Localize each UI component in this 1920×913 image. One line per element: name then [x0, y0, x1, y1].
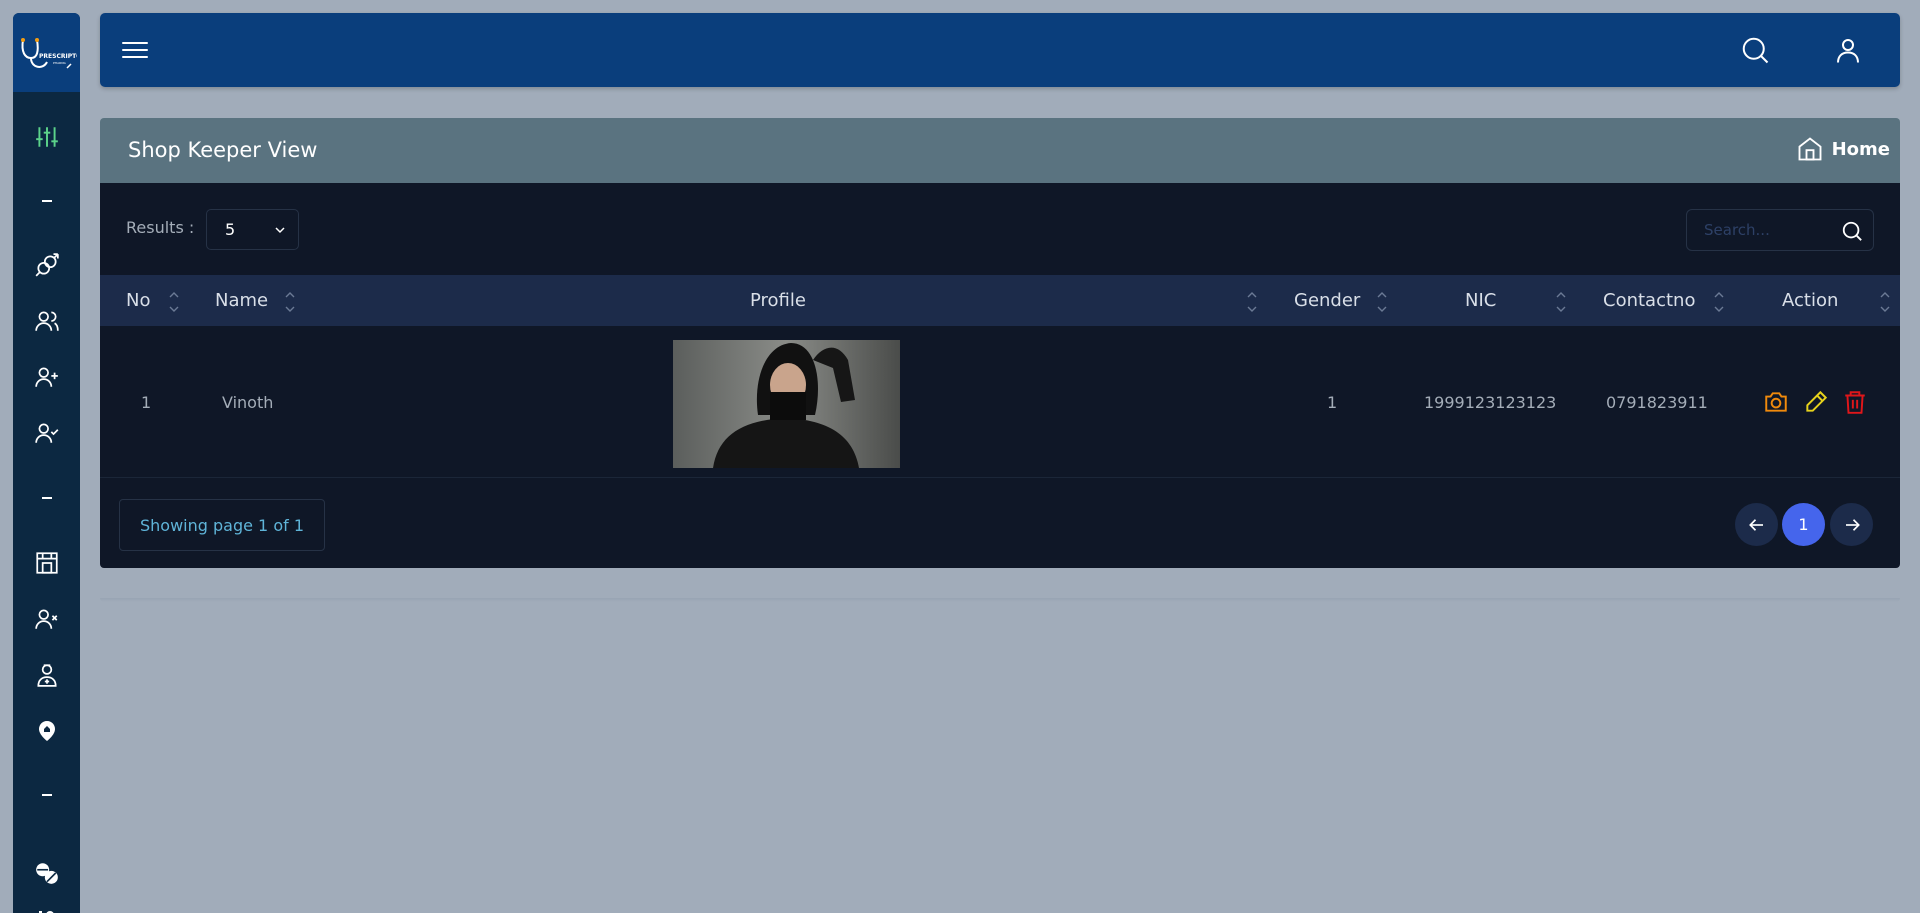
- sidebar-divider: [13, 488, 80, 508]
- pills-icon: [35, 863, 58, 884]
- stethoscope-logo-icon: PRESCRIPTO PHARMA: [20, 37, 77, 69]
- column-header-contactno[interactable]: Contactno: [1603, 275, 1695, 326]
- breadcrumb-home-label: Home: [1831, 138, 1890, 160]
- table-header: No Name Profile Gender NIC Contactno Act…: [100, 275, 1900, 326]
- trash-icon: [1845, 391, 1865, 414]
- user-plus-icon: [34, 367, 58, 387]
- cell-name: Vinoth: [222, 392, 274, 412]
- column-header-nic[interactable]: NIC: [1465, 275, 1496, 326]
- card-footer-shadow: [100, 598, 1900, 602]
- lab-icon: [38, 911, 53, 913]
- pencil-icon: [1806, 390, 1828, 412]
- sort-contactno-icon[interactable]: [1713, 287, 1725, 315]
- header-search-button[interactable]: [1740, 35, 1770, 65]
- user-icon: [1837, 39, 1859, 63]
- table-search: [1686, 209, 1874, 251]
- delete-button[interactable]: [1842, 389, 1868, 419]
- page-title-bar: Shop Keeper View Home: [100, 118, 1900, 183]
- sort-profile-icon[interactable]: [1246, 287, 1258, 315]
- sidebar-item-users[interactable]: [13, 303, 80, 339]
- sidebar-item-add-user[interactable]: [13, 359, 80, 395]
- camera-icon: [1765, 392, 1787, 412]
- column-header-name[interactable]: Name: [215, 275, 268, 326]
- cell-nic: 1999123123123: [1424, 392, 1557, 412]
- app-logo[interactable]: PRESCRIPTO PHARMA: [13, 13, 80, 92]
- column-header-gender[interactable]: Gender: [1294, 275, 1360, 326]
- table-row: 1 Vinoth 1 1999123123123 0791823911: [100, 326, 1900, 478]
- sidebar-divider: [13, 785, 80, 805]
- cell-gender: 1: [1327, 392, 1338, 412]
- data-table-card: Results : 5 No Name Profile Gender NIC C…: [100, 183, 1900, 568]
- chevron-down-icon: [275, 227, 285, 234]
- pagination-page-1[interactable]: 1: [1782, 503, 1825, 546]
- sidebar-item-gender[interactable]: [13, 247, 80, 283]
- pagination-prev-button[interactable]: [1735, 503, 1778, 546]
- hamburger-menu-button[interactable]: [120, 37, 150, 63]
- page-title: Shop Keeper View: [128, 138, 318, 162]
- sort-no-icon[interactable]: [168, 287, 180, 315]
- sidebar-item-settings[interactable]: [13, 119, 80, 155]
- logo-text: PRESCRIPTO: [39, 53, 77, 60]
- profile-image: [673, 340, 900, 468]
- gender-icon: [35, 253, 59, 277]
- sidebar-item-lab[interactable]: [13, 905, 80, 913]
- sidebar: PRESCRIPTO PHARMA: [13, 13, 80, 913]
- sort-nic-icon[interactable]: [1555, 287, 1567, 315]
- sidebar-item-verified-user[interactable]: [13, 415, 80, 451]
- search-icon[interactable]: [1841, 220, 1863, 242]
- pagination-next-button[interactable]: [1830, 503, 1873, 546]
- doctor-icon: [36, 664, 57, 687]
- sidebar-item-shop[interactable]: [13, 545, 80, 581]
- table-search-input[interactable]: [1687, 210, 1837, 250]
- results-per-page-select[interactable]: 5: [206, 209, 299, 250]
- store-icon: [35, 552, 58, 574]
- column-header-action[interactable]: Action: [1782, 275, 1838, 326]
- sidebar-item-remove-user[interactable]: [13, 601, 80, 637]
- sidebar-divider: [13, 191, 80, 211]
- home-icon: [1798, 137, 1822, 161]
- svg-text:PHARMA: PHARMA: [53, 61, 67, 65]
- sidebar-item-doctor[interactable]: [13, 657, 80, 693]
- user-x-icon: [34, 609, 57, 629]
- breadcrumb-home-link[interactable]: Home: [1796, 135, 1890, 163]
- pagination-summary: Showing page 1 of 1: [119, 499, 325, 551]
- results-label: Results :: [126, 218, 195, 237]
- view-photo-button[interactable]: [1763, 389, 1789, 419]
- users-icon: [34, 311, 59, 331]
- results-per-page-value: 5: [225, 220, 236, 239]
- sidebar-item-medicines[interactable]: [13, 855, 80, 891]
- column-header-profile[interactable]: Profile: [750, 275, 806, 326]
- edit-button[interactable]: [1803, 389, 1829, 419]
- cell-no: 1: [141, 392, 152, 412]
- map-pin-icon: [38, 721, 55, 741]
- sort-action-icon[interactable]: [1879, 287, 1891, 315]
- arrow-right-icon: [1845, 518, 1860, 531]
- sort-name-icon[interactable]: [284, 287, 296, 315]
- cell-contactno: 0791823911: [1606, 392, 1708, 412]
- user-check-icon: [34, 423, 58, 443]
- arrow-left-icon: [1748, 518, 1763, 531]
- sliders-icon: [35, 127, 58, 147]
- search-icon: [1742, 37, 1769, 64]
- sort-gender-icon[interactable]: [1376, 287, 1388, 315]
- column-header-no[interactable]: No: [126, 275, 150, 326]
- top-header: [100, 13, 1900, 87]
- sidebar-item-location[interactable]: [13, 713, 80, 749]
- header-user-button[interactable]: [1833, 35, 1863, 65]
